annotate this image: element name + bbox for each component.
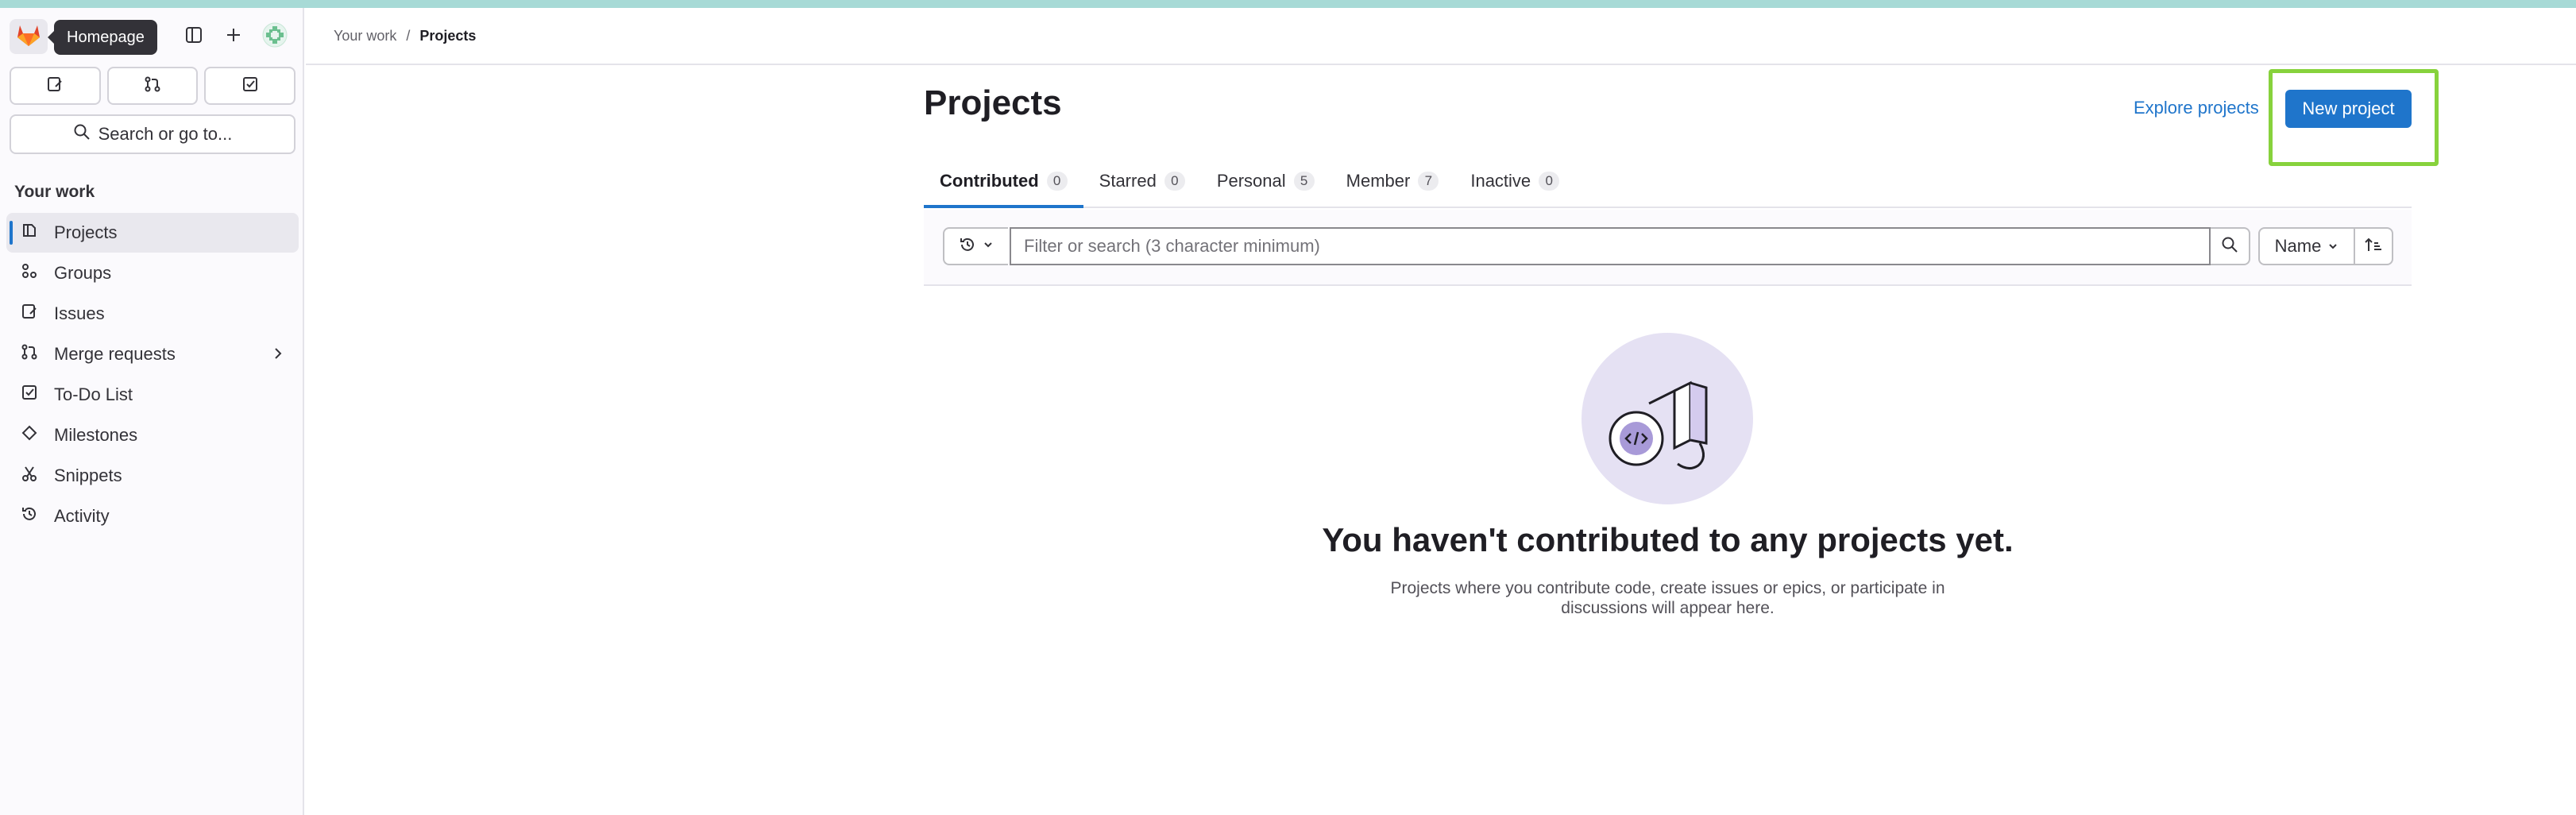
sidebar-top: Homepage bbox=[0, 8, 304, 64]
assigned-issues-button[interactable] bbox=[10, 67, 101, 105]
page-title: Projects bbox=[924, 83, 1062, 122]
tab-starred[interactable]: Starred 0 bbox=[1083, 156, 1201, 207]
tab-count-badge: 0 bbox=[1539, 172, 1560, 191]
sidebar-item-groups[interactable]: Groups bbox=[6, 253, 299, 293]
plus-icon bbox=[225, 26, 242, 48]
sort-ascending-icon bbox=[2364, 236, 2383, 257]
filter-search-button[interactable] bbox=[2211, 227, 2250, 265]
sort-by-dropdown[interactable]: Name bbox=[2258, 227, 2355, 265]
user-menu-button[interactable] bbox=[261, 22, 289, 51]
sidebar-item-milestones[interactable]: Milestones bbox=[6, 415, 299, 455]
tab-label: Inactive bbox=[1470, 171, 1531, 191]
tab-count-badge: 0 bbox=[1046, 172, 1068, 191]
empty-state-title: You haven't contributed to any projects … bbox=[1322, 521, 2014, 558]
sidebar-item-issues[interactable]: Issues bbox=[6, 294, 299, 334]
tab-label: Contributed bbox=[940, 171, 1039, 191]
sidebar-toggle-icon bbox=[185, 26, 203, 48]
homepage-tooltip: Homepage bbox=[48, 20, 157, 55]
issues-icon bbox=[21, 303, 38, 325]
sort-direction-button[interactable] bbox=[2354, 227, 2393, 265]
sidebar-item-merge-requests[interactable]: Merge requests bbox=[6, 334, 299, 374]
chevron-down-icon bbox=[2327, 236, 2338, 257]
sidebar-item-label: To-Do List bbox=[54, 384, 133, 404]
empty-state-illustration bbox=[1581, 332, 1754, 505]
sidebar-item-label: Issues bbox=[54, 303, 105, 323]
create-new-button[interactable] bbox=[219, 22, 248, 51]
chevron-down-icon bbox=[983, 239, 994, 254]
new-project-button[interactable]: New project bbox=[2285, 90, 2412, 128]
homepage-logo-button[interactable] bbox=[10, 19, 48, 54]
filter-search-input[interactable]: Filter or search (3 character minimum) bbox=[1010, 227, 2211, 265]
sidebar-item-label: Projects bbox=[54, 222, 118, 242]
history-icon bbox=[21, 505, 38, 527]
tab-personal[interactable]: Personal 5 bbox=[1201, 156, 1330, 207]
top-header: Your work / Projects bbox=[306, 8, 2576, 65]
group-icon bbox=[21, 262, 38, 284]
explore-projects-link[interactable]: Explore projects bbox=[2134, 98, 2259, 118]
empty-state-description-line: discussions will appear here. bbox=[1561, 599, 1775, 617]
tab-inactive[interactable]: Inactive 0 bbox=[1454, 156, 1575, 207]
milestone-icon bbox=[21, 424, 38, 446]
search-or-go-to-button[interactable]: Search or go to... bbox=[10, 114, 295, 154]
top-strip bbox=[0, 0, 2576, 8]
breadcrumb-your-work[interactable]: Your work bbox=[334, 28, 396, 44]
project-tabs: Contributed 0 Starred 0 Personal 5 Membe… bbox=[924, 156, 2412, 208]
sidebar-item-todo-list[interactable]: To-Do List bbox=[6, 375, 299, 415]
sidebar-item-label: Groups bbox=[54, 263, 112, 283]
quick-actions bbox=[10, 67, 296, 105]
sidebar: Homepage Search or go to... Your work Pr… bbox=[0, 8, 304, 815]
recent-searches-dropdown[interactable] bbox=[943, 227, 1008, 265]
history-icon bbox=[959, 236, 976, 257]
breadcrumb-separator: / bbox=[406, 28, 411, 44]
tab-count-badge: 5 bbox=[1293, 172, 1315, 191]
breadcrumb: Your work / Projects bbox=[334, 28, 476, 44]
search-icon bbox=[2221, 236, 2238, 257]
tab-count-badge: 7 bbox=[1418, 172, 1439, 191]
merge-request-icon bbox=[144, 75, 161, 97]
todo-icon bbox=[241, 75, 259, 97]
tab-label: Starred bbox=[1099, 171, 1157, 191]
tab-member[interactable]: Member 7 bbox=[1330, 156, 1455, 207]
sidebar-item-snippets[interactable]: Snippets bbox=[6, 456, 299, 496]
sidebar-item-label: Milestones bbox=[54, 425, 138, 445]
merge-request-icon bbox=[21, 343, 38, 365]
sidebar-toggle-button[interactable] bbox=[180, 22, 208, 51]
todo-icon bbox=[21, 384, 38, 406]
tab-label: Member bbox=[1346, 171, 1411, 191]
sidebar-nav: Projects Groups Issues Merge requests To… bbox=[6, 213, 299, 537]
sidebar-item-label: Activity bbox=[54, 506, 110, 526]
search-label: Search or go to... bbox=[98, 124, 233, 144]
search-icon bbox=[73, 123, 91, 145]
gitlab-tanuki-icon bbox=[16, 23, 41, 51]
sidebar-item-label: Merge requests bbox=[54, 344, 176, 364]
sidebar-item-label: Snippets bbox=[54, 465, 122, 485]
sidebar-item-activity[interactable]: Activity bbox=[6, 496, 299, 536]
empty-state-description: Projects where you contribute code, crea… bbox=[1360, 578, 1975, 618]
filter-bar: Filter or search (3 character minimum) N… bbox=[924, 210, 2412, 286]
snippet-icon bbox=[21, 465, 38, 487]
chevron-right-icon[interactable] bbox=[270, 346, 286, 366]
project-icon bbox=[21, 222, 38, 244]
section-title: Your work bbox=[14, 183, 95, 201]
sidebar-item-projects[interactable]: Projects bbox=[6, 213, 299, 253]
sort-label: Name bbox=[2274, 236, 2322, 256]
issues-icon bbox=[46, 75, 64, 97]
merge-requests-button[interactable] bbox=[106, 67, 199, 105]
tab-contributed[interactable]: Contributed 0 bbox=[924, 156, 1083, 208]
tab-label: Personal bbox=[1216, 171, 1286, 191]
user-avatar-icon bbox=[262, 22, 288, 52]
breadcrumb-current[interactable]: Projects bbox=[419, 28, 476, 44]
todo-button[interactable] bbox=[204, 67, 296, 105]
tab-count-badge: 0 bbox=[1164, 172, 1185, 191]
empty-state-description-line: Projects where you contribute code, crea… bbox=[1390, 579, 1945, 597]
